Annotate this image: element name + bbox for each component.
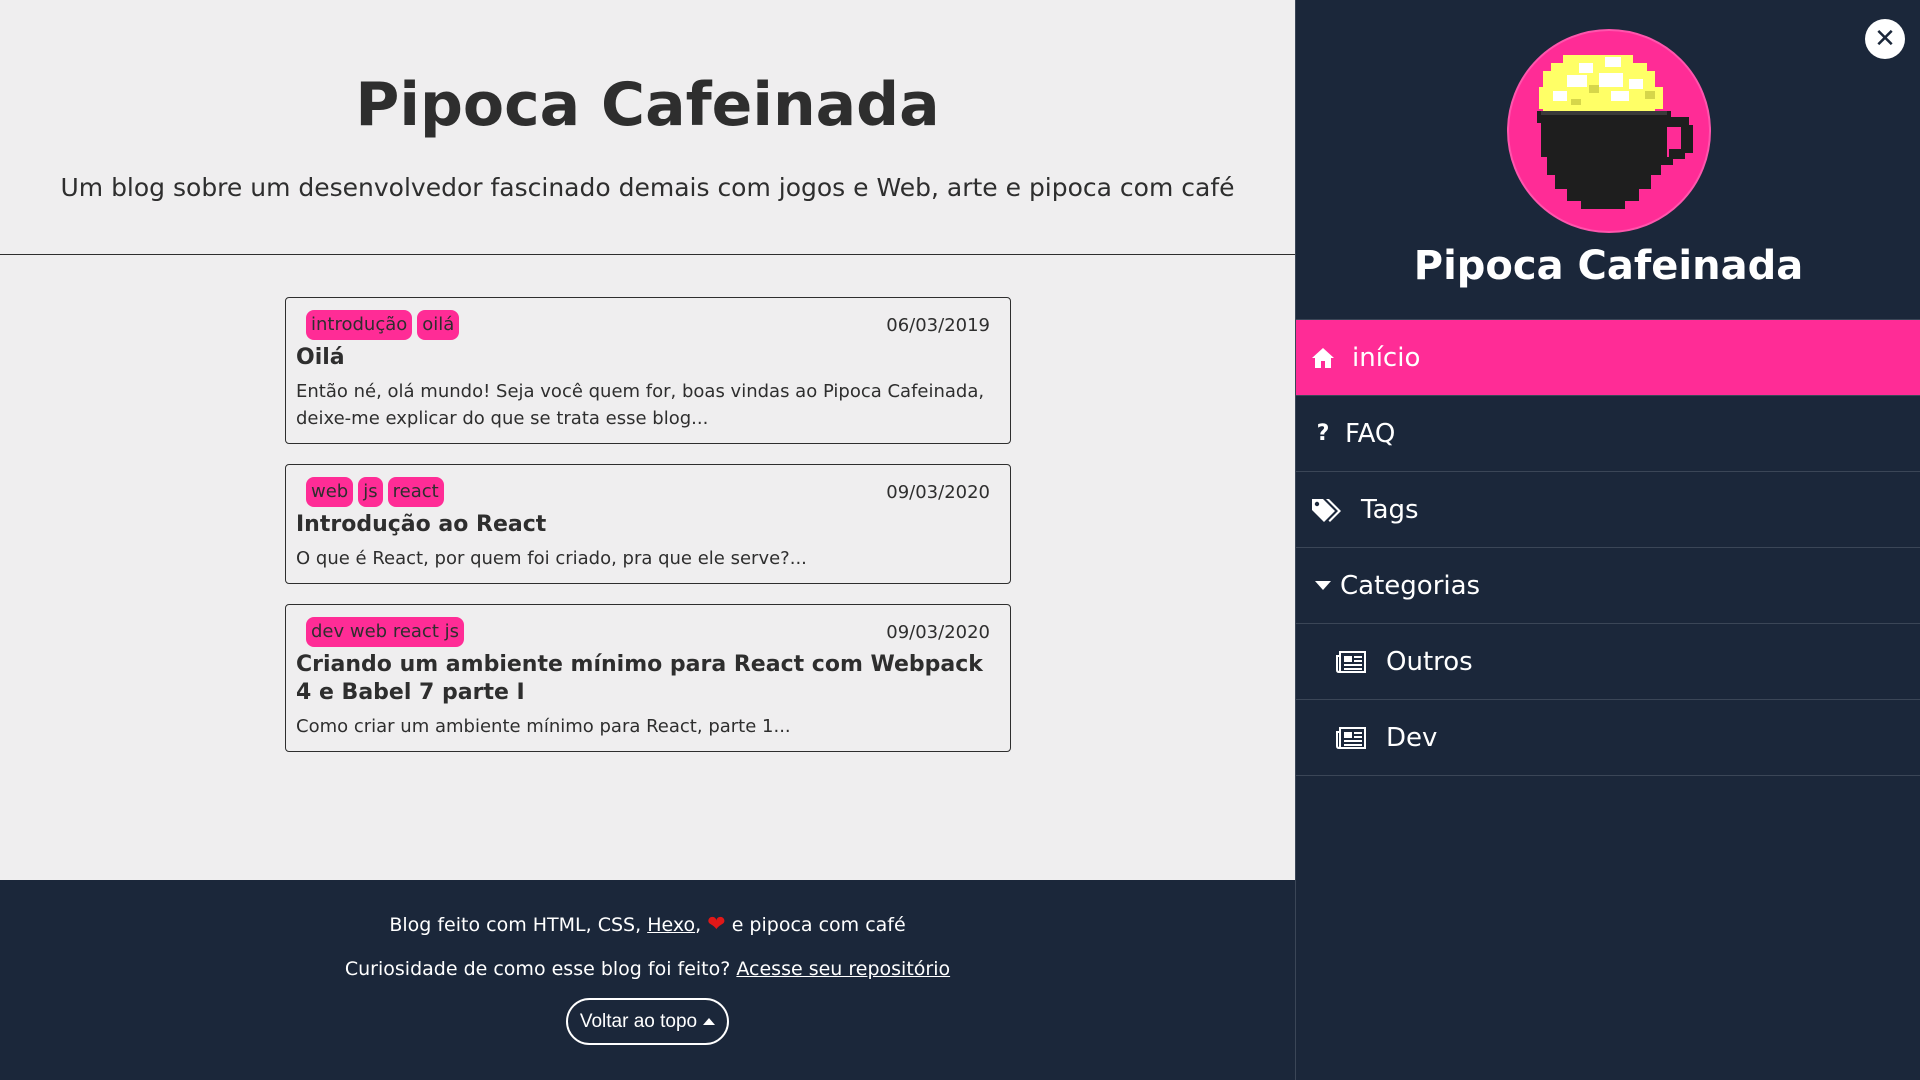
sidebar: ✕ Pipoca Cafeinada início ? FAQ Tags Cat… bbox=[1295, 0, 1920, 1080]
hexo-link[interactable]: Hexo bbox=[647, 914, 695, 936]
post-title[interactable]: Criando um ambiente mínimo para React co… bbox=[296, 651, 990, 707]
back-to-top-button[interactable]: Voltar ao topo bbox=[565, 998, 730, 1045]
sidebar-item-categorias[interactable]: Categorias bbox=[1296, 548, 1920, 624]
tag-badge[interactable]: js bbox=[358, 477, 383, 507]
site-title[interactable]: Pipoca Cafeinada bbox=[0, 0, 1295, 142]
sidebar-item-outros[interactable]: Outros bbox=[1296, 624, 1920, 700]
post-excerpt: Como criar um ambiente mínimo para React… bbox=[296, 716, 791, 737]
tag-badge[interactable]: web bbox=[306, 477, 354, 507]
newspaper-icon bbox=[1336, 726, 1366, 749]
avatar bbox=[1507, 29, 1711, 233]
footer-credits-text: Blog feito com HTML, CSS, bbox=[389, 914, 648, 936]
sidebar-item-dev[interactable]: Dev bbox=[1296, 700, 1920, 776]
post-tags: introdução oilá bbox=[306, 310, 460, 340]
repository-link[interactable]: Acesse seu repositório bbox=[736, 958, 950, 980]
sidebar-item-label: FAQ bbox=[1345, 418, 1396, 449]
post-date: 09/03/2020 bbox=[886, 621, 990, 643]
home-icon bbox=[1310, 347, 1336, 369]
post-card[interactable]: dev web react js 09/03/2020 Criando um a… bbox=[285, 604, 1011, 752]
post-card[interactable]: web js react 09/03/2020 Introdução ao Re… bbox=[285, 464, 1011, 584]
sidebar-menu: início ? FAQ Tags Categorias Outros Dev bbox=[1296, 319, 1920, 776]
caret-down-icon bbox=[1310, 581, 1336, 590]
heart-icon: ❤ bbox=[707, 912, 726, 937]
post-tags: dev web react js bbox=[306, 617, 464, 647]
post-excerpt: O que é React, por quem foi criado, pra … bbox=[296, 548, 807, 569]
caret-up-icon bbox=[703, 1018, 716, 1025]
close-sidebar-button[interactable]: ✕ bbox=[1865, 19, 1905, 59]
post-title[interactable]: Oilá bbox=[296, 344, 990, 372]
tag-badge[interactable]: oilá bbox=[417, 310, 460, 340]
footer-credits-end: e pipoca com café bbox=[725, 914, 906, 936]
site-header: Pipoca Cafeinada Um blog sobre um desenv… bbox=[0, 0, 1295, 255]
site-description: Um blog sobre um desenvolvedor fascinado… bbox=[60, 173, 1235, 202]
footer-credits: Blog feito com HTML, CSS, Hexo, ❤ e pipo… bbox=[0, 912, 1295, 938]
footer-comma: , bbox=[695, 914, 702, 936]
tag-badge[interactable]: introdução bbox=[306, 310, 413, 340]
sidebar-item-label: Dev bbox=[1386, 722, 1438, 753]
sidebar-item-tags[interactable]: Tags bbox=[1296, 472, 1920, 548]
sidebar-item-label: Tags bbox=[1361, 494, 1419, 525]
post-date: 09/03/2020 bbox=[886, 481, 990, 503]
tag-badge[interactable]: dev web react js bbox=[306, 617, 464, 647]
back-to-top-label: Voltar ao topo bbox=[579, 1010, 698, 1032]
sidebar-item-label: Categorias bbox=[1340, 570, 1481, 601]
tag-badge[interactable]: react bbox=[387, 477, 444, 507]
sidebar-item-inicio[interactable]: início bbox=[1296, 320, 1920, 396]
post-card[interactable]: introdução oilá 06/03/2019 Oilá Então né… bbox=[285, 297, 1011, 444]
post-date: 06/03/2019 bbox=[886, 314, 990, 336]
post-title[interactable]: Introdução ao React bbox=[296, 511, 990, 539]
sidebar-item-faq[interactable]: ? FAQ bbox=[1296, 396, 1920, 472]
tags-icon bbox=[1310, 498, 1342, 522]
footer-repo-text: Curiosidade de como esse blog foi feito? bbox=[344, 958, 737, 980]
post-excerpt: Então né, olá mundo! Seja você quem for,… bbox=[296, 381, 985, 429]
coffee-popcorn-logo bbox=[1537, 55, 1693, 209]
sidebar-title[interactable]: Pipoca Cafeinada bbox=[1296, 240, 1920, 292]
newspaper-icon bbox=[1336, 650, 1366, 673]
site-footer: Blog feito com HTML, CSS, Hexo, ❤ e pipo… bbox=[0, 880, 1295, 1080]
close-icon: ✕ bbox=[1874, 24, 1896, 54]
footer-repo: Curiosidade de como esse blog foi feito?… bbox=[0, 956, 1295, 982]
sidebar-item-label: Outros bbox=[1386, 646, 1473, 677]
sidebar-item-label: início bbox=[1352, 342, 1421, 373]
post-list: introdução oilá 06/03/2019 Oilá Então né… bbox=[285, 297, 1011, 772]
post-tags: web js react bbox=[306, 477, 444, 507]
question-icon: ? bbox=[1316, 421, 1330, 446]
